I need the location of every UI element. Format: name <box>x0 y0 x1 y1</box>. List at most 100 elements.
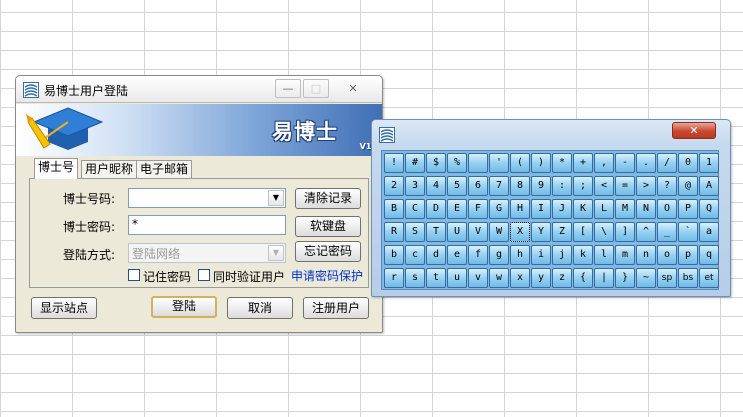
key-4-10[interactable]: l <box>594 245 614 265</box>
key-5-14[interactable]: bs <box>678 268 698 288</box>
key-2-11[interactable]: M <box>615 199 635 219</box>
key-5-9[interactable]: { <box>573 268 593 288</box>
id-combobox[interactable]: ▼ <box>128 188 286 208</box>
soft-keyboard-button[interactable]: 软键盘 <box>295 216 361 237</box>
key-4-14[interactable]: p <box>678 245 698 265</box>
key-3-4[interactable]: V <box>468 222 488 242</box>
key-0-4[interactable] <box>468 153 488 173</box>
key-1-9[interactable]: ; <box>573 176 593 196</box>
key-1-7[interactable]: 9 <box>531 176 551 196</box>
cancel-button[interactable]: 取消 <box>227 297 293 319</box>
key-0-14[interactable]: 0 <box>678 153 698 173</box>
key-2-7[interactable]: I <box>531 199 551 219</box>
key-4-9[interactable]: k <box>573 245 593 265</box>
key-3-1[interactable]: S <box>405 222 425 242</box>
forgot-password-button[interactable]: 忘记密码 <box>295 241 361 262</box>
key-5-10[interactable]: | <box>594 268 614 288</box>
key-4-1[interactable]: c <box>405 245 425 265</box>
key-1-8[interactable]: : <box>552 176 572 196</box>
key-0-7[interactable]: ) <box>531 153 551 173</box>
key-5-7[interactable]: y <box>531 268 551 288</box>
key-0-15[interactable]: 1 <box>699 153 719 173</box>
key-4-5[interactable]: g <box>489 245 509 265</box>
key-2-12[interactable]: N <box>636 199 656 219</box>
remember-password-checkbox[interactable] <box>128 269 140 281</box>
key-2-13[interactable]: O <box>657 199 677 219</box>
verify-user-label[interactable]: 同时验证用户 <box>213 268 285 285</box>
key-1-13[interactable]: ? <box>657 176 677 196</box>
key-2-8[interactable]: J <box>552 199 572 219</box>
key-1-15[interactable]: A <box>699 176 719 196</box>
key-2-10[interactable]: L <box>594 199 614 219</box>
key-0-12[interactable]: . <box>636 153 656 173</box>
key-3-10[interactable]: \ <box>594 222 614 242</box>
register-button[interactable]: 注册用户 <box>303 297 369 319</box>
key-1-12[interactable]: > <box>636 176 656 196</box>
key-5-15[interactable]: et <box>699 268 719 288</box>
key-1-5[interactable]: 7 <box>489 176 509 196</box>
tab-email[interactable]: 电子邮箱 <box>136 160 193 178</box>
key-2-15[interactable]: Q <box>699 199 719 219</box>
key-3-14[interactable]: ` <box>678 222 698 242</box>
password-input[interactable]: * <box>128 215 286 235</box>
tab-boshi-number[interactable]: 博士号 <box>34 158 79 179</box>
key-5-3[interactable]: u <box>447 268 467 288</box>
key-5-11[interactable]: } <box>615 268 635 288</box>
key-2-1[interactable]: C <box>405 199 425 219</box>
key-0-3[interactable]: % <box>447 153 467 173</box>
key-3-3[interactable]: U <box>447 222 467 242</box>
key-5-6[interactable]: x <box>510 268 530 288</box>
verify-user-checkbox[interactable] <box>198 269 210 281</box>
key-3-0[interactable]: R <box>384 222 404 242</box>
key-1-3[interactable]: 5 <box>447 176 467 196</box>
key-3-8[interactable]: Z <box>552 222 572 242</box>
close-button[interactable]: ✕ <box>340 79 366 98</box>
key-1-2[interactable]: 4 <box>426 176 446 196</box>
key-2-0[interactable]: B <box>384 199 404 219</box>
key-3-2[interactable]: T <box>426 222 446 242</box>
clear-records-button[interactable]: 清除记录 <box>295 188 361 209</box>
key-4-12[interactable]: n <box>636 245 656 265</box>
key-2-14[interactable]: P <box>678 199 698 219</box>
login-button[interactable]: 登陆 <box>151 296 217 318</box>
key-3-11[interactable]: ] <box>615 222 635 242</box>
tab-nickname[interactable]: 用户昵称 <box>81 160 138 178</box>
key-3-13[interactable]: _ <box>657 222 677 242</box>
key-2-2[interactable]: D <box>426 199 446 219</box>
apply-password-protection-link[interactable]: 申请密码保护 <box>291 267 363 284</box>
key-3-6[interactable]: X <box>510 222 530 242</box>
key-4-11[interactable]: m <box>615 245 635 265</box>
key-0-0[interactable]: ! <box>384 153 404 173</box>
key-2-3[interactable]: E <box>447 199 467 219</box>
key-1-10[interactable]: < <box>594 176 614 196</box>
key-0-11[interactable]: - <box>615 153 635 173</box>
key-5-13[interactable]: sp <box>657 268 677 288</box>
key-4-13[interactable]: o <box>657 245 677 265</box>
key-3-15[interactable]: a <box>699 222 719 242</box>
minimize-button[interactable]: — <box>275 79 301 98</box>
key-4-2[interactable]: d <box>426 245 446 265</box>
key-2-5[interactable]: G <box>489 199 509 219</box>
key-2-6[interactable]: H <box>510 199 530 219</box>
key-1-0[interactable]: 2 <box>384 176 404 196</box>
chevron-down-icon[interactable]: ▼ <box>268 190 284 206</box>
key-4-4[interactable]: f <box>468 245 488 265</box>
key-2-9[interactable]: K <box>573 199 593 219</box>
key-1-1[interactable]: 3 <box>405 176 425 196</box>
key-1-14[interactable]: @ <box>678 176 698 196</box>
key-0-8[interactable]: * <box>552 153 572 173</box>
key-3-5[interactable]: W <box>489 222 509 242</box>
key-5-8[interactable]: z <box>552 268 572 288</box>
key-4-15[interactable]: q <box>699 245 719 265</box>
key-5-1[interactable]: s <box>405 268 425 288</box>
key-5-2[interactable]: t <box>426 268 446 288</box>
key-4-7[interactable]: i <box>531 245 551 265</box>
key-5-4[interactable]: v <box>468 268 488 288</box>
key-1-4[interactable]: 6 <box>468 176 488 196</box>
key-0-13[interactable]: / <box>657 153 677 173</box>
key-5-12[interactable]: ~ <box>636 268 656 288</box>
key-3-9[interactable]: [ <box>573 222 593 242</box>
key-1-11[interactable]: = <box>615 176 635 196</box>
key-0-5[interactable]: ' <box>489 153 509 173</box>
key-4-6[interactable]: h <box>510 245 530 265</box>
